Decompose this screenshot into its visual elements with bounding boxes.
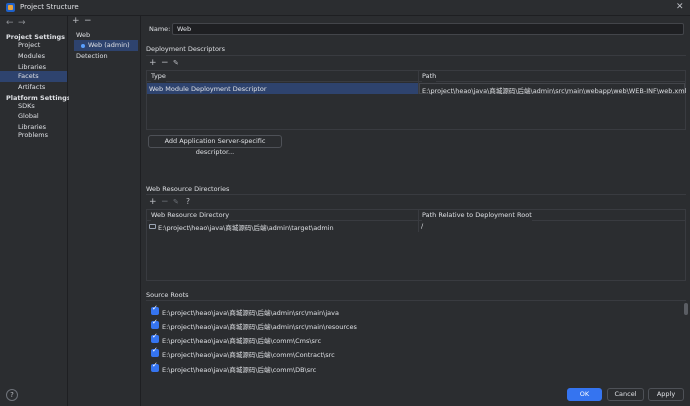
web-facet-icon	[81, 44, 85, 48]
table-header	[147, 71, 685, 82]
web-resource-directories-title: Web Resource Directories	[146, 185, 230, 193]
close-icon[interactable]: ✕	[676, 2, 684, 12]
add-descriptor-icon[interactable]: +	[149, 58, 157, 68]
help-icon[interactable]: ?	[6, 389, 18, 401]
sidebar-item-modules[interactable]: Modules	[0, 51, 67, 62]
ok-button[interactable]: OK	[567, 388, 602, 401]
column-header-type[interactable]: Type	[151, 71, 166, 82]
section-divider	[146, 300, 686, 301]
source-root-checkbox[interactable]	[151, 318, 159, 329]
source-root-checkbox[interactable]	[151, 361, 159, 372]
source-root-path: E:\project\heao\java\商城源码\后端\admin\src\m…	[162, 323, 357, 331]
remove-facet-icon[interactable]: −	[84, 16, 92, 26]
sidebar-item-problems[interactable]: Problems	[0, 130, 67, 141]
sidebar-item-artifacts[interactable]: Artifacts	[0, 82, 67, 93]
tree-item-detection[interactable]: Detection	[76, 51, 108, 62]
window-title: Project Structure	[20, 3, 79, 11]
source-root-checkbox[interactable]	[151, 346, 159, 357]
source-root-path: E:\project\heao\java\商城源码\后端\comm\DB\src	[162, 366, 317, 374]
descriptor-type-cell: Web Module Deployment Descriptor	[149, 85, 267, 93]
name-input[interactable]: Web	[172, 23, 684, 35]
add-facet-icon[interactable]: +	[72, 16, 80, 26]
resource-dir-cell: E:\project\heao\java\商城源码\后端\admin\targe…	[158, 224, 334, 232]
back-arrow-icon[interactable]: ←	[6, 18, 14, 28]
source-roots-title: Source Roots	[146, 291, 189, 299]
folder-icon	[149, 224, 156, 229]
resource-rel-cell: /	[421, 222, 424, 230]
tree-item-web-admin[interactable]: Web (admin)	[74, 40, 138, 51]
column-header-path[interactable]: Path	[422, 71, 437, 82]
help-resource-icon[interactable]: ?	[186, 197, 190, 206]
app-icon	[6, 3, 15, 12]
column-header-resource-dir[interactable]: Web Resource Directory	[151, 210, 230, 221]
source-root-checkbox[interactable]	[151, 332, 159, 343]
remove-descriptor-icon[interactable]: −	[161, 58, 169, 68]
column-header-relative-path[interactable]: Path Relative to Deployment Root	[422, 210, 532, 221]
tree-item-web-admin-label: Web (admin)	[88, 41, 130, 49]
forward-arrow-icon[interactable]: →	[18, 18, 26, 28]
add-server-descriptor-button[interactable]: Add Application Server-specific descript…	[148, 135, 282, 156]
deployment-descriptors-title: Deployment Descriptors	[146, 45, 225, 53]
title-bar	[0, 0, 690, 16]
name-label: Name:	[149, 25, 171, 33]
add-resource-icon[interactable]: +	[149, 197, 157, 207]
source-root-checkbox[interactable]	[151, 304, 159, 315]
sidebar-item-facets[interactable]: Facets	[0, 71, 67, 82]
edit-descriptor-icon[interactable]: ✎	[173, 59, 179, 67]
source-roots-scrollbar[interactable]	[684, 303, 688, 315]
section-divider	[146, 55, 686, 56]
source-root-path: E:\project\heao\java\商城源码\后端\comm\Contra…	[162, 351, 335, 359]
sidebar-item-global-libraries[interactable]: Global Libraries	[0, 111, 67, 131]
source-root-path: E:\project\heao\java\商城源码\后端\comm\Cms\sr…	[162, 337, 322, 345]
remove-resource-icon[interactable]: −	[161, 197, 169, 207]
descriptor-path-text: E:\project\heao\java\商城源码\后端\admin\src\m…	[422, 87, 687, 95]
edit-resource-icon[interactable]: ✎	[173, 198, 179, 206]
facets-panel	[69, 16, 141, 406]
apply-button[interactable]: Apply	[648, 388, 684, 401]
cancel-button[interactable]: Cancel	[607, 388, 644, 401]
section-divider	[146, 194, 686, 195]
source-root-path: E:\project\heao\java\商城源码\后端\admin\src\m…	[162, 309, 339, 317]
sidebar-item-project[interactable]: Project	[0, 40, 67, 51]
